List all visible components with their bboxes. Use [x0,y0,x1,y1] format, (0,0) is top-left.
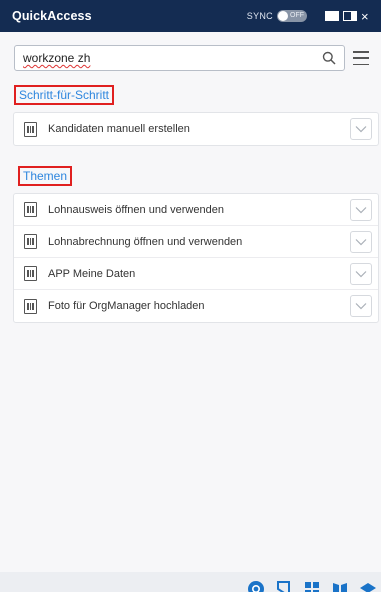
book-icon[interactable] [331,580,349,592]
expand-button[interactable] [350,198,372,221]
maximize-button[interactable] [325,8,339,24]
sync-toggle[interactable]: OFF [277,10,307,22]
document-icon [24,202,37,217]
grid-icon[interactable] [303,580,321,592]
document-icon [24,266,37,281]
search-value-text: workzone zh [23,51,91,65]
list-item[interactable]: APP Meine Daten [14,258,378,290]
section-heading-schritt-fur-schritt[interactable]: Schritt-für-Schritt [14,85,115,105]
sync-label: SYNC [246,11,273,21]
section-heading-themen[interactable]: Themen [18,166,73,186]
hamburger-menu-icon[interactable] [353,51,369,65]
chevron-down-icon [355,206,367,213]
list-item-label: Foto für OrgManager hochladen [48,300,205,312]
split-view-icon [343,11,357,21]
chevron-down-icon [355,238,367,245]
help-icon[interactable] [247,580,265,592]
chevron-down-icon [355,126,367,133]
title-bar: QuickAccess SYNC OFF × [0,0,381,32]
document-icon [24,298,37,314]
list-item[interactable]: Lohnausweis öffnen und verwenden [14,194,378,226]
expand-button[interactable] [350,118,372,140]
expand-button[interactable] [350,262,372,285]
search-input[interactable]: workzone zh [14,45,345,71]
step-by-step-list: Kandidaten manuell erstellen [13,112,379,146]
list-item-label: APP Meine Daten [48,267,136,280]
chevron-down-icon [355,270,367,277]
expand-button[interactable] [350,230,372,253]
document-icon [24,121,37,137]
bookmark-icon[interactable] [275,580,293,592]
expand-button[interactable] [350,295,372,317]
list-item-label: Lohnausweis öffnen und verwenden [48,203,224,216]
sync-state-label: OFF [290,12,304,19]
search-input-value: workzone zh [23,51,322,65]
search-row: workzone zh [14,44,374,72]
close-button[interactable]: × [361,8,373,24]
chevron-down-icon [355,303,367,310]
list-item[interactable]: Kandidaten manuell erstellen [14,113,378,145]
bottom-toolbar [0,572,381,592]
sync-toggle-knob [278,11,288,21]
list-item[interactable]: Foto für OrgManager hochladen [14,290,378,322]
graduation-icon[interactable] [359,580,377,592]
app-title: QuickAccess [12,9,92,23]
list-item[interactable]: Lohnabrechnung öffnen und verwenden [14,226,378,258]
close-icon: × [361,8,369,24]
maximize-icon [325,11,339,21]
list-item-label: Lohnabrechnung öffnen und verwenden [48,235,243,248]
list-item-label: Kandidaten manuell erstellen [48,123,190,135]
document-icon [24,234,37,249]
split-view-button[interactable] [343,8,357,24]
search-icon[interactable] [322,51,336,65]
topics-list: Lohnausweis öffnen und verwenden Lohnabr… [13,193,379,323]
